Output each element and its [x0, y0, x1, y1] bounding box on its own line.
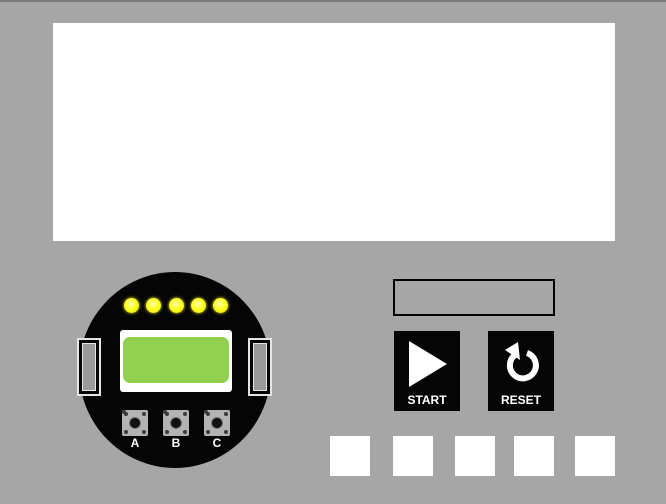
led-indicator-4: [191, 298, 206, 313]
top-border: [0, 0, 666, 2]
stage-canvas: [53, 23, 615, 241]
slot-1[interactable]: [330, 436, 370, 476]
slot-4[interactable]: [514, 436, 554, 476]
led-indicator-2: [146, 298, 161, 313]
led-indicator-3: [169, 298, 184, 313]
slot-3[interactable]: [455, 436, 495, 476]
slot-2[interactable]: [393, 436, 433, 476]
readout-display: [393, 279, 555, 316]
button-c[interactable]: C: [204, 410, 230, 450]
button-b[interactable]: B: [163, 410, 189, 450]
slot-5[interactable]: [575, 436, 615, 476]
start-button[interactable]: START: [394, 331, 460, 411]
left-side-button[interactable]: [77, 338, 101, 396]
button-c-cap: [204, 410, 230, 436]
play-icon: [409, 341, 447, 387]
start-label: START: [407, 393, 447, 407]
led-indicator-1: [124, 298, 139, 313]
reset-button[interactable]: RESET: [488, 331, 554, 411]
led-indicator-5: [213, 298, 228, 313]
reset-label: RESET: [500, 393, 541, 407]
button-a-label: A: [130, 436, 140, 450]
lcd-screen: [123, 337, 229, 383]
right-side-button[interactable]: [248, 338, 272, 396]
device-board: A B C: [77, 272, 272, 468]
reset-icon: [505, 342, 539, 382]
button-b-label: B: [171, 436, 181, 450]
button-a-cap: [122, 410, 148, 436]
button-b-cap: [163, 410, 189, 436]
button-c-label: C: [212, 436, 222, 450]
button-a[interactable]: A: [122, 410, 148, 450]
